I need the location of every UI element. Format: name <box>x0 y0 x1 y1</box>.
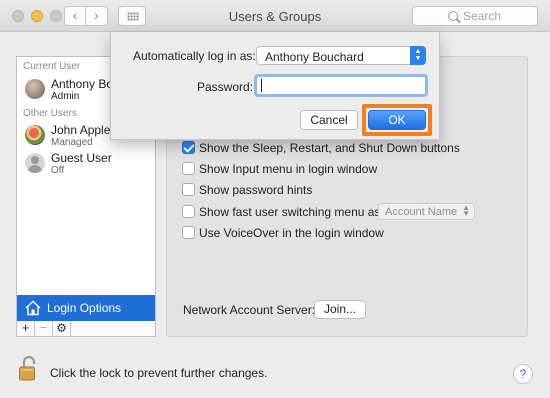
user-role: Admin <box>51 91 80 102</box>
show-sleep-checkbox[interactable] <box>182 141 195 154</box>
remove-user-button[interactable]: − <box>35 321 53 336</box>
ok-button[interactable]: OK <box>368 110 426 130</box>
show-input-menu-label: Show Input menu in login window <box>199 162 378 176</box>
voiceover-checkbox[interactable] <box>182 226 195 239</box>
auto-login-user-select[interactable]: Anthony Bouchard ▲ ▼ <box>256 46 426 65</box>
auto-login-value: Anthony Bouchard <box>265 50 364 64</box>
up-down-arrows-icon: ▲ ▼ <box>410 46 426 65</box>
title-bar: ‹ › Users & Groups <box>0 0 550 32</box>
lock-message: Click the lock to prevent further change… <box>50 366 268 380</box>
user-row-guest[interactable]: Guest User Off <box>17 149 155 179</box>
login-options-label: Login Options <box>47 301 122 315</box>
users-groups-window: ‹ › Users & Groups Current User Anthony … <box>0 0 550 398</box>
up-down-arrows-icon: ▲ ▼ <box>462 203 470 218</box>
search-field[interactable] <box>412 6 538 26</box>
avatar <box>25 125 45 145</box>
fast-user-switching-label: Show fast user switching menu as <box>199 205 381 219</box>
avatar <box>25 79 45 99</box>
password-label: Password: <box>197 80 254 94</box>
lock-icon[interactable] <box>18 356 40 382</box>
fast-user-switching-checkbox[interactable] <box>182 205 195 218</box>
user-role: Off <box>51 165 65 176</box>
network-account-server-label: Network Account Server: <box>183 303 316 317</box>
login-options-item[interactable]: Login Options <box>17 295 155 321</box>
cancel-button[interactable]: Cancel <box>300 110 358 130</box>
guest-avatar-icon <box>25 153 45 173</box>
show-password-hints-label: Show password hints <box>199 183 313 197</box>
help-button[interactable]: ? <box>513 364 533 384</box>
sidebar-toolbar: + − ⚙ <box>16 321 156 337</box>
fast-user-switching-select[interactable]: Account Name ▲ ▼ <box>378 203 475 220</box>
password-field[interactable] <box>254 74 428 97</box>
search-icon <box>448 11 458 21</box>
show-password-hints-checkbox[interactable] <box>182 183 195 196</box>
user-role: Managed <box>51 137 93 148</box>
fast-user-switching-value: Account Name <box>385 206 458 218</box>
add-user-button[interactable]: + <box>17 321 35 336</box>
text-cursor <box>261 79 262 92</box>
auto-login-sheet: Automatically log in as: Anthony Bouchar… <box>110 32 440 140</box>
show-input-menu-checkbox[interactable] <box>182 162 195 175</box>
voiceover-label: Use VoiceOver in the login window <box>199 226 384 240</box>
search-input[interactable] <box>463 9 533 23</box>
auto-login-label: Automatically log in as: <box>133 49 256 63</box>
gear-icon[interactable]: ⚙ <box>53 321 71 336</box>
current-user-header: Current User <box>23 61 81 72</box>
user-name: Guest User <box>51 151 112 165</box>
password-input[interactable] <box>259 78 419 93</box>
other-users-header: Other Users <box>23 108 77 119</box>
join-button[interactable]: Join... <box>314 300 366 319</box>
house-icon <box>25 300 41 316</box>
show-sleep-label: Show the Sleep, Restart, and Shut Down b… <box>199 141 460 155</box>
